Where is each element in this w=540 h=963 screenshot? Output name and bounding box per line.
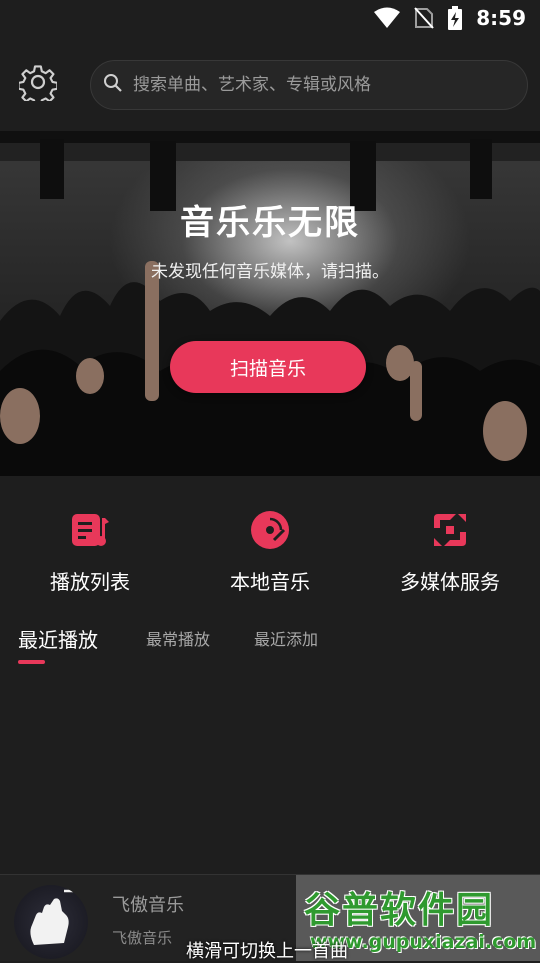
local-music-label: 本地音乐 [230,570,310,594]
swipe-hint: 横滑可切换上一首曲 [186,941,348,962]
banner-subtitle: 未发现任何音乐媒体，请扫描。 [151,262,389,282]
settings-button[interactable] [17,63,59,107]
gear-icon [17,63,59,107]
mini-player[interactable]: 飞傲音乐 飞傲音乐 谷普软件园 www.gupuxiazai.com 横滑可切换… [0,874,540,962]
song-title: 飞傲音乐 [112,895,184,916]
song-artist: 飞傲音乐 [112,929,173,947]
search-input[interactable] [131,74,495,96]
playlist-label: 播放列表 [50,570,130,594]
tab-recently-played[interactable]: 最近播放 [18,624,98,653]
swipe-hand-icon [30,885,87,945]
top-bar [0,58,540,114]
media-service-button[interactable]: 多媒体服务 [360,510,540,595]
media-service-icon [430,510,470,550]
tab-recently-added[interactable]: 最近添加 [254,626,318,650]
watermark-name: 谷普软件园 [304,890,495,931]
tab-indicator [18,660,45,664]
playlist-button[interactable]: 播放列表 [0,510,180,595]
banner-title: 音乐乐无限 [180,203,360,243]
no-sim-icon [414,7,434,29]
scan-music-button[interactable]: 扫描音乐 [170,341,366,393]
library-tabs: 最近播放 最常播放 最近添加 [0,626,540,666]
hero-banner: 音乐乐无限 未发现任何音乐媒体，请扫描。 扫描音乐 [0,131,540,476]
search-icon [103,73,123,97]
disc-icon [250,510,290,550]
tab-most-played[interactable]: 最常播放 [146,626,210,650]
wifi-icon [374,7,401,29]
quick-actions: 播放列表 本地音乐 多媒体服务 [0,510,540,600]
status-bar: 8:59 [0,0,540,36]
status-time: 8:59 [476,6,526,30]
media-service-label: 多媒体服务 [400,570,500,594]
battery-charging-icon [448,6,463,30]
playlist-icon [70,510,110,550]
album-art [14,885,88,959]
local-music-button[interactable]: 本地音乐 [180,510,360,595]
search-bar[interactable] [90,60,528,110]
concert-crowd-image [0,131,540,476]
